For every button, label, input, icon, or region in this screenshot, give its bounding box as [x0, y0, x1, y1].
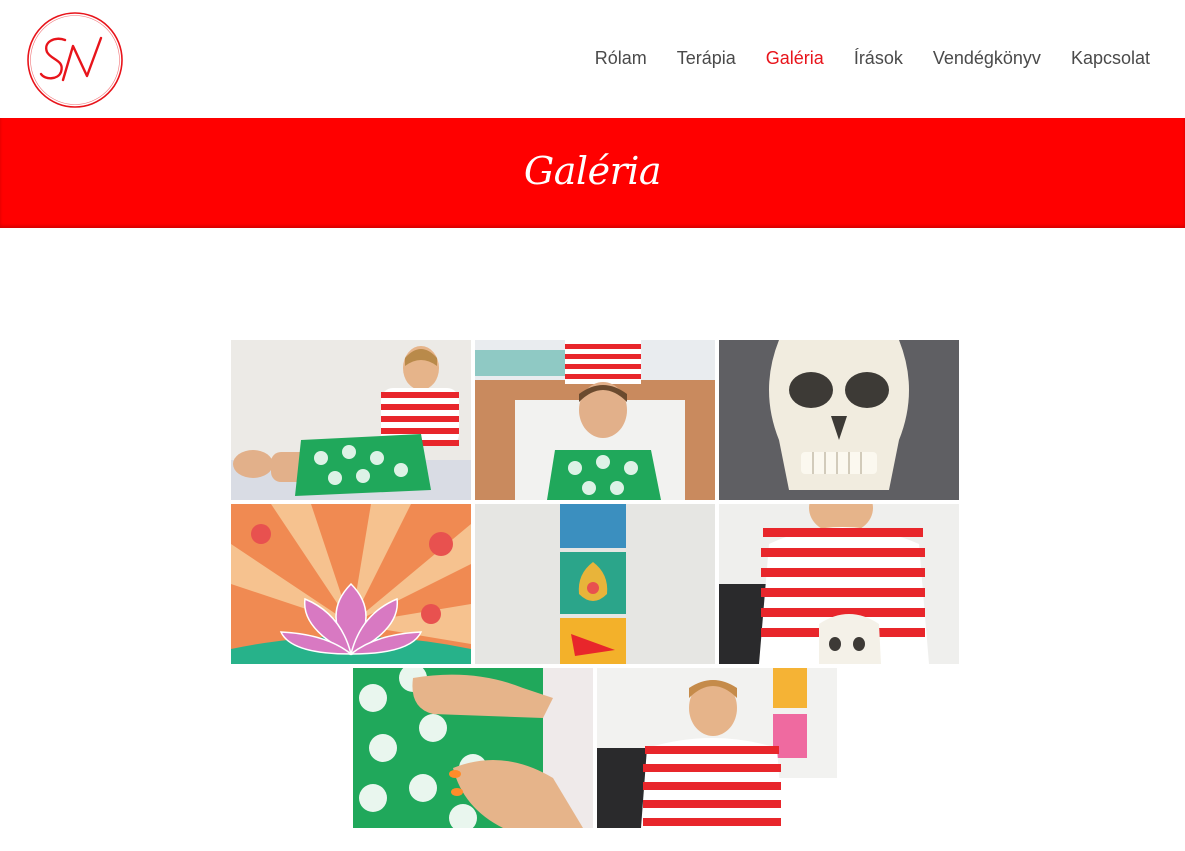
site-header: Rólam Terápia Galéria Írások Vendégkönyv… [0, 0, 1185, 118]
photo-gallery [0, 340, 1185, 830]
smiling-therapist-photo [719, 504, 959, 664]
main-nav: Rólam Terápia Galéria Írások Vendégkönyv… [595, 46, 1150, 70]
logo[interactable] [25, 10, 125, 110]
hands-abdomen-photo [353, 668, 593, 828]
gallery-image-lotus-painting[interactable] [231, 504, 471, 664]
nav-item-galeria[interactable]: Galéria [766, 46, 824, 70]
therapist-portrait-photo [597, 668, 837, 828]
head-massage-photo [475, 340, 715, 500]
nav-item-vendegkonyv[interactable]: Vendégkönyv [933, 46, 1041, 70]
lotus-painting-photo [231, 504, 471, 664]
nav-item-kapcsolat[interactable]: Kapcsolat [1071, 46, 1150, 70]
logo-monogram-icon [27, 12, 123, 108]
wall-paintings-photo [475, 504, 715, 664]
nav-item-terapia[interactable]: Terápia [677, 46, 736, 70]
gallery-image-wall-paintings[interactable] [475, 504, 715, 664]
page-title: Galéria [523, 149, 662, 193]
gallery-image-therapy-session[interactable] [231, 340, 471, 500]
nav-item-rolam[interactable]: Rólam [595, 46, 647, 70]
gallery-image-therapist-portrait[interactable] [597, 668, 837, 828]
gallery-image-head-massage[interactable] [475, 340, 715, 500]
page-title-banner: Galéria [0, 118, 1185, 228]
gallery-image-skull[interactable] [719, 340, 959, 500]
gallery-image-hands-abdomen[interactable] [353, 668, 593, 828]
nav-item-irasok[interactable]: Írások [854, 46, 903, 70]
gallery-image-smiling-therapist[interactable] [719, 504, 959, 664]
skull-model-photo [719, 340, 959, 500]
therapy-session-photo [231, 340, 471, 500]
